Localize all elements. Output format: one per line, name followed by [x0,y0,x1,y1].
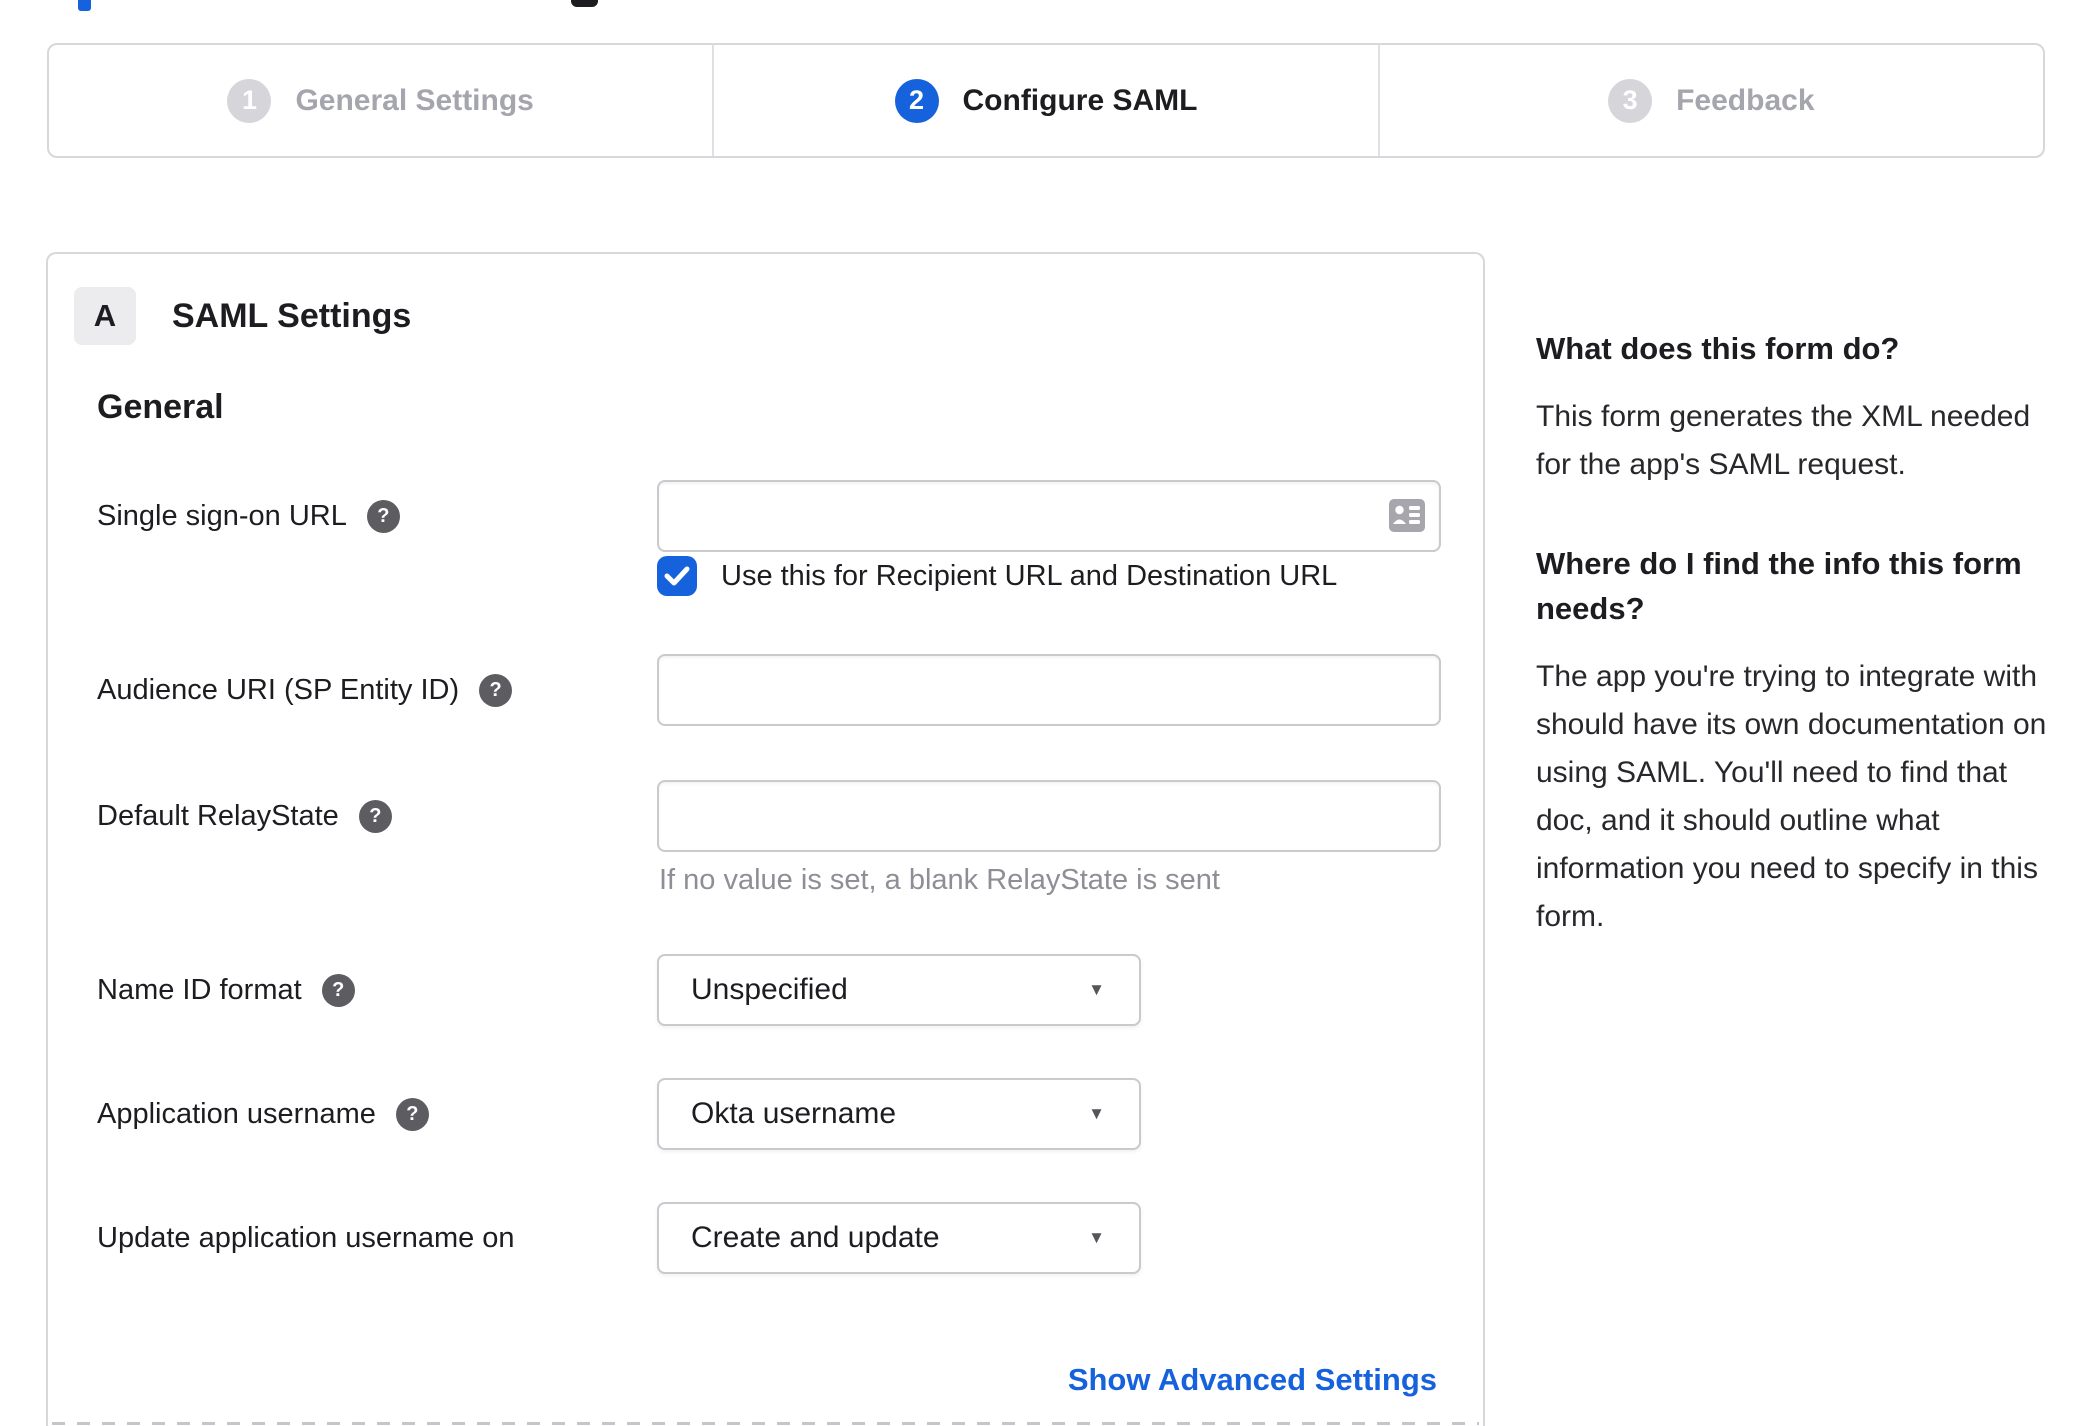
sso-url-label-row: Single sign-on URL ? [97,480,400,552]
recipient-url-checkbox-label: Use this for Recipient URL and Destinati… [721,559,1338,592]
sidebar-answer-2: The app you're trying to integrate with … [1536,660,2047,933]
step-number-badge: 2 [894,78,939,123]
name-id-format-label: Name ID format [97,973,302,1006]
relay-state-label-row: Default RelayState ? [97,780,392,852]
wizard-stepper: 1 General Settings 2 Configure SAML 3 Fe… [47,43,2045,158]
chevron-down-icon: ▼ [1088,980,1105,999]
sso-url-help-icon[interactable]: ? [366,499,400,533]
app-username-label: Application username [97,1097,376,1130]
step-number-badge: 1 [227,78,272,123]
update-username-value: Create and update [691,1221,940,1254]
name-id-format-label-row: Name ID format ? [97,954,355,1026]
saml-settings-panel: A SAML Settings General Single sign-on U… [46,252,1485,1426]
step-general-settings[interactable]: 1 General Settings [49,45,712,156]
step-label: General Settings [295,83,534,117]
sidebar-question-1: What does this form do? [1536,331,1900,366]
audience-uri-help-icon[interactable]: ? [479,673,513,707]
update-username-label: Update application username on [97,1221,515,1254]
app-username-select[interactable]: Okta username ▼ [657,1078,1141,1150]
recipient-url-checkbox-row: Use this for Recipient URL and Destinati… [657,554,1337,598]
app-username-label-row: Application username ? [97,1078,429,1150]
step-feedback[interactable]: 3 Feedback [1377,45,2043,156]
update-username-label-row: Update application username on [97,1202,515,1274]
relay-state-input[interactable] [657,780,1441,852]
step-label: Feedback [1676,83,1815,117]
chevron-down-icon: ▼ [1088,1228,1105,1247]
relay-state-label: Default RelayState [97,799,339,832]
update-username-select[interactable]: Create and update ▼ [657,1202,1141,1274]
step-configure-saml[interactable]: 2 Configure SAML [712,45,1377,156]
app-username-help-icon[interactable]: ? [395,1097,429,1131]
app-username-value: Okta username [691,1097,897,1130]
panel-title: SAML Settings [172,296,412,335]
name-id-format-select[interactable]: Unspecified ▼ [657,954,1141,1026]
name-id-format-help-icon[interactable]: ? [321,973,355,1007]
audience-uri-input[interactable] [657,654,1441,726]
relay-state-help-icon[interactable]: ? [358,799,392,833]
help-sidebar: What does this form do? This form genera… [1536,326,2051,993]
name-id-format-value: Unspecified [691,973,848,1006]
relay-state-hint: If no value is set, a blank RelayState i… [659,864,1220,896]
audience-uri-label: Audience URI (SP Entity ID) [97,673,460,706]
cutoff-logo-fragment [571,0,598,7]
checkmark-icon [664,566,690,586]
contact-card-icon [1389,499,1425,532]
recipient-url-checkbox[interactable] [657,556,697,596]
general-section-heading: General [97,388,224,426]
cutoff-blue-fragment [78,0,91,11]
sidebar-answer-1: This form generates the XML needed for t… [1536,400,2031,481]
chevron-down-icon: ▼ [1088,1104,1105,1123]
section-divider-dashed [52,1422,1479,1425]
sso-url-label: Single sign-on URL [97,499,347,532]
sso-url-input[interactable] [657,480,1441,552]
audience-uri-label-row: Audience URI (SP Entity ID) ? [97,654,513,726]
saml-wizard-screen: 1 General Settings 2 Configure SAML 3 Fe… [0,0,2092,1426]
section-a-badge: A [74,287,136,345]
sidebar-question-2: Where do I find the info this form needs… [1536,546,2022,626]
show-advanced-settings-link[interactable]: Show Advanced Settings [1068,1362,1437,1398]
step-number-badge: 3 [1608,78,1653,123]
step-label: Configure SAML [962,83,1198,117]
panel-header: A SAML Settings [74,287,411,345]
